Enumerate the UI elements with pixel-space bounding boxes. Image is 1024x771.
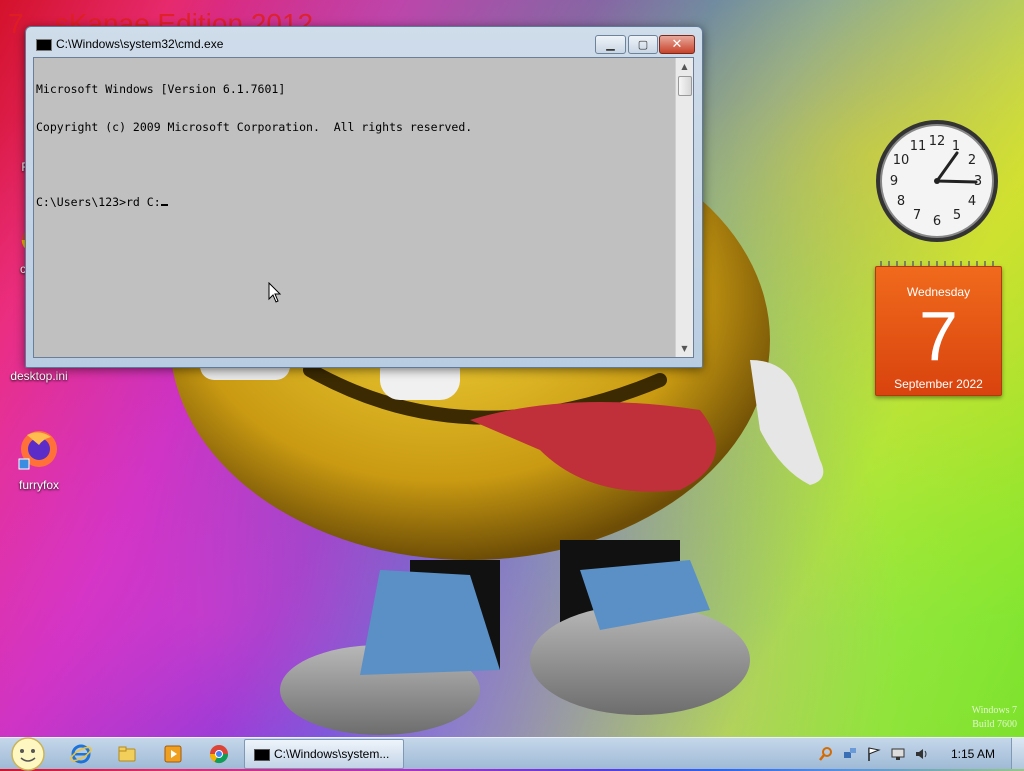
cmd-icon xyxy=(36,39,52,51)
clock-minute-hand xyxy=(935,179,978,184)
system-clock[interactable]: 1:15 AM xyxy=(951,747,995,761)
clock-numeral: 8 xyxy=(897,194,905,209)
console-line: Microsoft Windows [Version 6.1.7601] xyxy=(36,82,286,96)
minimize-icon: ▁ xyxy=(606,38,615,51)
console-line: Copyright (c) 2009 Microsoft Corporation… xyxy=(36,119,473,134)
cmd-titlebar[interactable]: C:\Windows\system32\cmd.exe ▁ ▢ ✕ xyxy=(26,27,702,57)
console-area[interactable]: Microsoft Windows [Version 6.1.7601] Cop… xyxy=(33,57,694,358)
taskbar: C:\Windows\system... 1:15 AM xyxy=(0,735,1024,771)
maximize-button[interactable]: ▢ xyxy=(628,35,658,54)
taskbar-task-label: C:\Windows\system... xyxy=(274,747,390,761)
clock-numeral: 11 xyxy=(910,139,927,154)
clock-numeral: 5 xyxy=(953,208,961,223)
network-tray-icon[interactable] xyxy=(842,746,858,762)
monitor-network-icon[interactable] xyxy=(890,746,906,762)
watermark-line: Build 7600 xyxy=(972,719,1017,730)
internet-explorer-icon[interactable] xyxy=(70,743,92,765)
mouse-pointer-icon xyxy=(268,282,282,303)
show-desktop-button[interactable] xyxy=(1011,738,1024,769)
desktop-icon-label: furryfox xyxy=(18,478,59,492)
scroll-up-arrow-icon[interactable]: ▲ xyxy=(676,58,693,75)
maximize-icon: ▢ xyxy=(637,38,649,51)
cmd-icon xyxy=(254,749,270,761)
media-player-icon[interactable] xyxy=(162,743,184,765)
windows-build-watermark: Windows 7 Build 7600 xyxy=(955,704,1017,732)
vertical-scrollbar[interactable]: ▲ ▼ xyxy=(675,58,693,357)
close-icon: ✕ xyxy=(671,37,683,52)
calendar-page: Wednesday 7 September 2022 xyxy=(875,266,1002,396)
taskbar-task-cmd[interactable]: C:\Windows\system... xyxy=(244,739,404,769)
clock-numeral: 10 xyxy=(893,153,910,168)
clock-numeral: 1 xyxy=(952,139,960,154)
calendar-month-year: September 2022 xyxy=(894,377,983,391)
clock-numeral: 7 xyxy=(913,208,921,223)
watermark-line: Windows 7 xyxy=(971,705,1017,716)
clock-numeral: 4 xyxy=(968,194,976,209)
search-icon[interactable] xyxy=(818,746,834,762)
explorer-folder-icon[interactable] xyxy=(116,743,138,765)
clock-numeral: 9 xyxy=(890,174,898,189)
start-button[interactable] xyxy=(9,735,47,771)
window-title: C:\Windows\system32\cmd.exe xyxy=(56,37,224,51)
volume-speaker-icon[interactable] xyxy=(914,746,930,762)
console-command: C:\Users\123>rd C: xyxy=(36,194,161,209)
clock-gadget[interactable]: 12 1 2 3 4 5 6 7 8 9 10 11 xyxy=(874,118,1000,244)
console-prompt-line: C:\Users\123>rd C: xyxy=(36,194,671,209)
desktop-icon-furryfox[interactable]: furryfox xyxy=(4,427,74,492)
calendar-day-number: 7 xyxy=(919,297,958,375)
calendar-gadget[interactable]: Wednesday 7 September 2022 xyxy=(875,258,1002,396)
scrollbar-thumb[interactable] xyxy=(678,76,692,96)
cmd-window[interactable]: C:\Windows\system32\cmd.exe ▁ ▢ ✕ Micros… xyxy=(25,26,703,368)
close-button[interactable]: ✕ xyxy=(659,35,695,54)
firefox-icon xyxy=(18,431,57,470)
chrome-icon[interactable] xyxy=(208,743,230,765)
clock-numeral: 12 xyxy=(929,134,946,149)
clock-numeral: 6 xyxy=(933,214,941,229)
action-center-flag-icon[interactable] xyxy=(866,746,882,762)
minimize-button[interactable]: ▁ xyxy=(595,35,626,54)
desktop-icon-label: desktop.ini xyxy=(10,369,68,383)
clock-numeral: 2 xyxy=(968,153,976,168)
text-cursor xyxy=(160,203,168,206)
scroll-down-arrow-icon[interactable]: ▼ xyxy=(676,340,693,357)
console-output: Microsoft Windows [Version 6.1.7601] Cop… xyxy=(36,58,671,233)
